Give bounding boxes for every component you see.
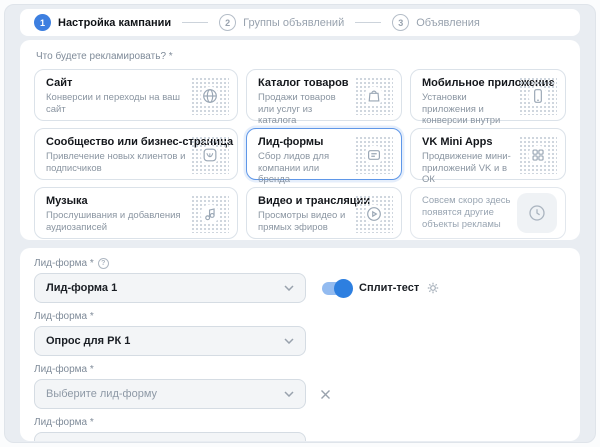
card-title: Лид-формы — [258, 136, 351, 149]
step-3-circle: 3 — [392, 14, 409, 31]
field-label: Лид-форма * — [34, 417, 566, 428]
step-divider — [182, 22, 208, 23]
card-title: Сайт — [46, 77, 187, 90]
remove-field-icon[interactable] — [318, 387, 333, 402]
mobile-phone-icon — [519, 77, 557, 115]
remove-field-icon[interactable] — [318, 440, 333, 442]
card-subtitle: Продвижение мини-приложений VK и в ОК — [422, 151, 515, 186]
chevron-down-icon — [284, 391, 294, 397]
card-title: Видео и трансляции — [258, 195, 351, 208]
coming-soon-text: Совсем скоро здесь появятся другие объек… — [422, 195, 517, 231]
objective-card-video[interactable]: Видео и трансляции Просмотры видео и пря… — [246, 187, 402, 239]
toggle-knob — [334, 279, 353, 298]
objective-grid: Сайт Конверсии и переходы на ваш сайт Ка… — [34, 69, 566, 239]
vk-community-icon — [191, 136, 229, 174]
objective-section: Что будете рекламировать? * Сайт Конверс… — [20, 40, 580, 240]
card-subtitle: Сбор лидов для компании или бренда — [258, 151, 351, 186]
step-1-label: Настройка кампании — [58, 17, 171, 29]
select-placeholder: Выберите лид-форму — [46, 388, 157, 400]
lead-form-field-4: Лид-форма * Выберите лид-форму — [34, 417, 566, 441]
objective-card-lead-forms[interactable]: Лид-формы Сбор лидов для компании или бр… — [246, 128, 402, 180]
campaign-stepper: 1 Настройка кампании 2 Группы объявлений… — [20, 9, 580, 36]
field-label: Лид-форма * ? — [34, 258, 566, 269]
help-icon[interactable]: ? — [98, 258, 109, 269]
select-value: Лид-форма 1 — [46, 282, 117, 294]
step-2-circle: 2 — [219, 14, 236, 31]
card-title: Сообщество или бизнес-страница — [46, 136, 187, 149]
field-label-text: Лид-форма * — [34, 258, 94, 269]
step-ads[interactable]: 3 Объявления — [392, 14, 480, 31]
lead-form-field-2: Лид-форма * Опрос для РК 1 — [34, 311, 566, 356]
card-subtitle: Просмотры видео и прямых эфиров — [258, 210, 351, 233]
step-divider — [355, 22, 381, 23]
catalog-bag-icon — [355, 77, 393, 115]
mini-apps-icon — [519, 136, 557, 174]
card-title: Музыка — [46, 195, 187, 208]
objective-question: Что будете рекламировать? * — [36, 51, 566, 62]
video-play-icon — [355, 195, 393, 233]
objective-card-music[interactable]: Музыка Прослушивания и добавления аудиоз… — [34, 187, 238, 239]
lead-form-select-2[interactable]: Опрос для РК 1 — [34, 326, 306, 356]
step-1-circle: 1 — [34, 14, 51, 31]
coming-soon-card: Совсем скоро здесь появятся другие объек… — [410, 187, 566, 239]
field-label-text: Лид-форма * — [34, 364, 94, 375]
lead-form-field-1: Лид-форма * ? Лид-форма 1 Сплит-тест — [34, 258, 566, 303]
field-label-text: Лид-форма * — [34, 417, 94, 428]
field-label: Лид-форма * — [34, 364, 566, 375]
lead-form-select-1[interactable]: Лид-форма 1 — [34, 273, 306, 303]
card-title: Мобильное приложение — [422, 77, 515, 90]
step-campaign-settings[interactable]: 1 Настройка кампании — [34, 14, 171, 31]
globe-icon — [191, 77, 229, 115]
chevron-down-icon — [284, 285, 294, 291]
split-test-label: Сплит-тест — [359, 282, 419, 294]
objective-card-catalog[interactable]: Каталог товаров Продажи товаров или услу… — [246, 69, 402, 121]
card-subtitle: Привлечение новых клиентов и подписчиков — [46, 151, 187, 174]
step-3-label: Объявления — [416, 17, 480, 29]
card-title: Каталог товаров — [258, 77, 351, 90]
objective-card-vk-mini-apps[interactable]: VK Mini Apps Продвижение мини-приложений… — [410, 128, 566, 180]
field-label: Лид-форма * — [34, 311, 566, 322]
objective-card-community[interactable]: Сообщество или бизнес-страница Привлечен… — [34, 128, 238, 180]
step-ad-groups[interactable]: 2 Группы объявлений — [219, 14, 344, 31]
music-note-icon — [191, 195, 229, 233]
split-test-toggle[interactable] — [322, 282, 351, 295]
lead-form-icon — [355, 136, 393, 174]
lead-form-select-4[interactable]: Выберите лид-форму — [34, 432, 306, 441]
step-2-label: Группы объявлений — [243, 17, 344, 29]
chevron-down-icon — [284, 338, 294, 344]
lead-form-field-3: Лид-форма * Выберите лид-форму — [34, 364, 566, 409]
clock-icon — [517, 193, 557, 233]
field-label-text: Лид-форма * — [34, 311, 94, 322]
card-subtitle: Прослушивания и добавления аудиозаписей — [46, 210, 187, 233]
objective-card-site[interactable]: Сайт Конверсии и переходы на ваш сайт — [34, 69, 238, 121]
card-subtitle: Продажи товаров или услуг из каталога — [258, 92, 351, 127]
objective-card-mobile-app[interactable]: Мобильное приложение Установки приложени… — [410, 69, 566, 121]
card-title: VK Mini Apps — [422, 136, 515, 149]
lead-form-section: Лид-форма * ? Лид-форма 1 Сплит-тест — [20, 248, 580, 441]
gear-icon[interactable] — [427, 282, 439, 294]
card-subtitle: Конверсии и переходы на ваш сайт — [46, 92, 187, 115]
select-value: Опрос для РК 1 — [46, 335, 130, 347]
lead-form-select-3[interactable]: Выберите лид-форму — [34, 379, 306, 409]
